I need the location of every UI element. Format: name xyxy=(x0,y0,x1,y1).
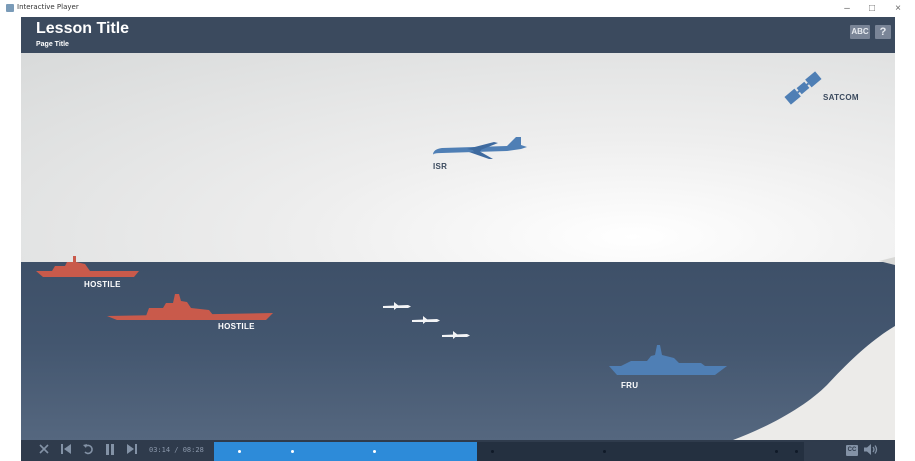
lesson-stage: SATCOM ISR HOSTILE HOSTILE FRU xyxy=(21,53,895,440)
app-icon xyxy=(6,4,14,12)
skip-forward-icon xyxy=(126,444,137,454)
chapter-marker[interactable] xyxy=(491,450,494,453)
window-title: Interactive Player xyxy=(17,3,79,11)
chapter-marker[interactable] xyxy=(373,450,376,453)
skip-back-button[interactable] xyxy=(59,444,73,457)
lesson-title: Lesson Title xyxy=(36,20,130,37)
pause-icon xyxy=(106,444,114,455)
volume-icon xyxy=(864,444,878,455)
captions-icon: CC xyxy=(847,447,857,453)
time-display: 03:14 / 08:28 xyxy=(149,446,204,454)
pause-button[interactable] xyxy=(103,444,117,457)
help-button[interactable]: ? xyxy=(875,25,891,39)
friendly-ship-icon xyxy=(609,345,727,375)
missiles-group xyxy=(383,302,470,339)
replay-button[interactable] xyxy=(81,444,95,457)
isr-label: ISR xyxy=(433,162,448,171)
skip-forward-button[interactable] xyxy=(124,444,138,457)
scene-graphics xyxy=(36,71,895,440)
hostile-ship-1-icon xyxy=(36,256,139,277)
close-icon xyxy=(39,444,49,454)
chapter-marker[interactable] xyxy=(291,450,294,453)
exit-button[interactable] xyxy=(37,444,51,457)
chapter-marker[interactable] xyxy=(775,450,778,453)
lesson-header: Lesson Title Page Title ABC ? xyxy=(21,17,895,53)
chapter-marker[interactable] xyxy=(795,450,798,453)
fru-label: FRU xyxy=(621,381,639,390)
hostile-label-1: HOSTILE xyxy=(84,280,121,289)
isr-aircraft-icon xyxy=(433,137,527,159)
coastline xyxy=(733,326,895,440)
glossary-button[interactable]: ABC xyxy=(850,25,870,39)
skip-back-icon xyxy=(60,444,71,454)
progress-track[interactable] xyxy=(214,442,804,461)
chapter-marker[interactable] xyxy=(603,450,606,453)
page-title: Page Title xyxy=(36,41,69,48)
volume-button[interactable] xyxy=(863,444,879,457)
maximize-button[interactable]: □ xyxy=(861,2,883,15)
chapter-marker[interactable] xyxy=(238,450,241,453)
progress-fill xyxy=(214,442,477,461)
hostile-ship-2-icon xyxy=(107,294,273,320)
close-window-button[interactable]: × xyxy=(887,2,909,15)
satellite-icon xyxy=(784,71,822,105)
window-titlebar: Interactive Player – □ × xyxy=(0,0,915,17)
captions-button[interactable]: CC xyxy=(846,445,858,456)
hostile-label-2: HOSTILE xyxy=(218,322,255,331)
satcom-label: SATCOM xyxy=(823,93,859,102)
player-controls: 03:14 / 08:28 CC xyxy=(21,440,895,461)
minimize-button[interactable]: – xyxy=(836,2,858,15)
replay-icon xyxy=(82,444,93,455)
